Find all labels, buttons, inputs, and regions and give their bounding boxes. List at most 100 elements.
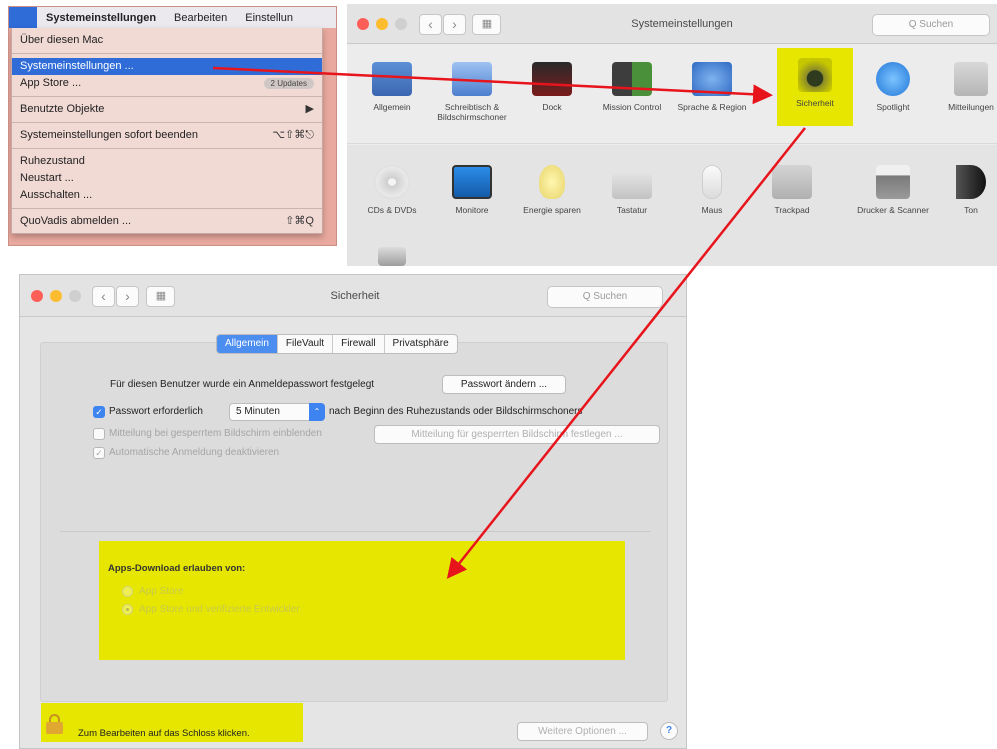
menu-item-about[interactable]: Über diesen Mac: [12, 32, 322, 49]
menu-item-app-store[interactable]: App Store ... 2 Updates: [12, 75, 322, 92]
house-security-icon: [798, 58, 832, 92]
security-tab-bar: Allgemein FileVault Firewall Privatsphär…: [216, 334, 458, 354]
require-password-delay-select[interactable]: 5 Minuten ⌃: [229, 403, 325, 421]
pane-general[interactable]: Allgemein: [354, 62, 430, 112]
help-button[interactable]: ?: [660, 722, 678, 740]
menu-item-restart[interactable]: Neustart ...: [12, 170, 322, 187]
pane-printers-scanners[interactable]: Drucker & Scanner: [855, 165, 931, 215]
menu-item-logout[interactable]: QuoVadis abmelden ... ⇧⌘Q: [12, 213, 322, 230]
menu-item-system-preferences[interactable]: Systemeinstellungen ...: [12, 58, 322, 75]
pane-label: Mitteilungen: [948, 102, 994, 112]
pane-dock[interactable]: Dock: [514, 62, 590, 112]
keyboard-icon: [612, 173, 652, 199]
show-all-grid-button[interactable]: ▦: [146, 286, 175, 307]
back-button[interactable]: ‹: [419, 14, 442, 35]
tab-privacy[interactable]: Privatsphäre: [383, 335, 457, 353]
forward-button[interactable]: ›: [443, 14, 466, 35]
show-all-grid-button[interactable]: ▦: [472, 14, 501, 35]
pane-desktop-screensaver[interactable]: Schreibtisch & Bildschirmschoner: [434, 62, 510, 122]
apple-logo-icon[interactable]: [9, 7, 37, 28]
lock-hint-text: Zum Bearbeiten auf das Schloss klicken.: [78, 728, 250, 739]
pane-keyboard[interactable]: Tastatur: [594, 165, 670, 215]
window-titlebar: ‹ › ▦ Systemeinstellungen Q Suchen: [347, 4, 997, 44]
lock-icon[interactable]: [46, 714, 63, 734]
pane-label: Schreibtisch & Bildschirmschoner: [437, 102, 507, 122]
pane-notifications[interactable]: Mitteilungen: [933, 62, 997, 112]
pane-label: Monitore: [455, 205, 489, 215]
pane-energy-saver[interactable]: Energie sparen: [514, 165, 590, 215]
menu-item-force-quit[interactable]: Systemeinstellungen sofort beenden ⌥⇧⌘⎋: [12, 127, 322, 144]
preference-row-hardware: CDs & DVDs Monitore Energie sparen Tasta…: [347, 145, 997, 266]
select-value: 5 Minuten: [236, 406, 280, 417]
pane-label: Sicherheit: [796, 98, 834, 108]
desktop-icon: [452, 62, 492, 96]
minimize-window-button[interactable]: [50, 290, 62, 302]
monitor-icon: [452, 165, 492, 199]
radio-app-store-verified-label: App Store und verifizierte Entwickler: [139, 604, 300, 615]
menubar-view[interactable]: Einstellun: [236, 12, 302, 24]
window-titlebar: ‹ › ▦ Sicherheit Q Suchen: [20, 275, 686, 317]
forward-button[interactable]: ›: [116, 286, 139, 307]
zoom-window-button[interactable]: [395, 18, 407, 30]
pane-mission-control[interactable]: Mission Control: [594, 62, 670, 112]
pane-cds-dvds[interactable]: CDs & DVDs: [354, 165, 430, 215]
minimize-window-button[interactable]: [376, 18, 388, 30]
spotlight-icon: [876, 62, 910, 96]
pane-label: Tastatur: [616, 205, 648, 215]
pane-sound[interactable]: Ton: [933, 165, 997, 215]
disable-auto-login-checkbox[interactable]: ✓: [93, 447, 105, 459]
menubar-app-name[interactable]: Systemeinstellungen: [37, 12, 165, 24]
radio-app-store-verified[interactable]: [122, 604, 133, 615]
zoom-window-button[interactable]: [69, 290, 81, 302]
submenu-arrow-icon: ▶: [305, 103, 314, 115]
mouse-icon: [702, 165, 722, 199]
close-window-button[interactable]: [31, 290, 43, 302]
back-button[interactable]: ‹: [92, 286, 115, 307]
close-window-button[interactable]: [357, 18, 369, 30]
pane-displays[interactable]: Monitore: [434, 165, 510, 215]
dock-icon: [532, 62, 572, 96]
menu-item-sleep[interactable]: Ruhezustand: [12, 153, 322, 170]
pane-label: Spotlight: [876, 102, 910, 112]
menu-item-label: App Store ...: [20, 77, 82, 89]
set-lock-message-button[interactable]: Mitteilung für gesperrten Bildschirm fes…: [374, 425, 660, 444]
menu-item-shutdown[interactable]: Ausschalten ...: [12, 187, 322, 204]
menubar-edit[interactable]: Bearbeiten: [165, 12, 236, 24]
tab-filevault[interactable]: FileVault: [276, 335, 332, 353]
pane-startup-disk[interactable]: [372, 247, 412, 266]
menu-item-label: Ausschalten ...: [20, 189, 93, 201]
lock-highlight: Zum Bearbeiten auf das Schloss klicken.: [41, 703, 303, 742]
advanced-options-button[interactable]: Weitere Optionen ...: [517, 722, 648, 741]
radio-app-store[interactable]: [122, 586, 133, 597]
menu-item-recent-items[interactable]: Benutzte Objekte ▶: [12, 101, 322, 118]
password-set-text: Für diesen Benutzer wurde ein Anmeldepas…: [110, 379, 375, 390]
printer-icon: [876, 165, 910, 199]
pane-trackpad[interactable]: Trackpad: [754, 165, 830, 215]
pane-language-region[interactable]: Sprache & Region: [674, 62, 750, 112]
apple-menu-dropdown: Über diesen Mac Systemeinstellungen ... …: [11, 28, 323, 234]
pane-security[interactable]: Sicherheit: [777, 48, 853, 126]
disk-icon: [378, 247, 406, 266]
menu-separator: [12, 96, 322, 97]
require-password-label: Passwort erforderlich: [109, 406, 203, 417]
tab-firewall[interactable]: Firewall: [332, 335, 383, 353]
general-icon: [372, 62, 412, 96]
pane-spotlight[interactable]: Spotlight: [855, 62, 931, 112]
apps-download-heading: Apps-Download erlauben von:: [108, 563, 246, 574]
show-message-checkbox[interactable]: [93, 428, 105, 440]
require-password-checkbox[interactable]: ✓: [93, 406, 105, 418]
pane-label: Allgemein: [373, 102, 411, 112]
tab-general[interactable]: Allgemein: [217, 335, 277, 353]
menu-item-label: Systemeinstellungen ...: [20, 60, 134, 72]
pane-label: Maus: [701, 205, 723, 215]
pane-label: Dock: [542, 102, 562, 112]
apps-download-highlight: Apps-Download erlauben von: App Store Ap…: [99, 541, 625, 660]
change-password-button[interactable]: Passwort ändern ...: [442, 375, 566, 394]
require-password-suffix: nach Beginn des Ruhezustands oder Bildsc…: [329, 406, 583, 417]
system-preferences-window: ‹ › ▦ Systemeinstellungen Q Suchen Allge…: [347, 4, 997, 266]
menu-shortcut: ⌥⇧⌘⎋: [272, 129, 314, 141]
pane-mouse[interactable]: Maus: [674, 165, 750, 215]
globe-icon: [692, 62, 732, 96]
search-input[interactable]: Q Suchen: [872, 14, 990, 36]
search-input[interactable]: Q Suchen: [547, 286, 663, 308]
